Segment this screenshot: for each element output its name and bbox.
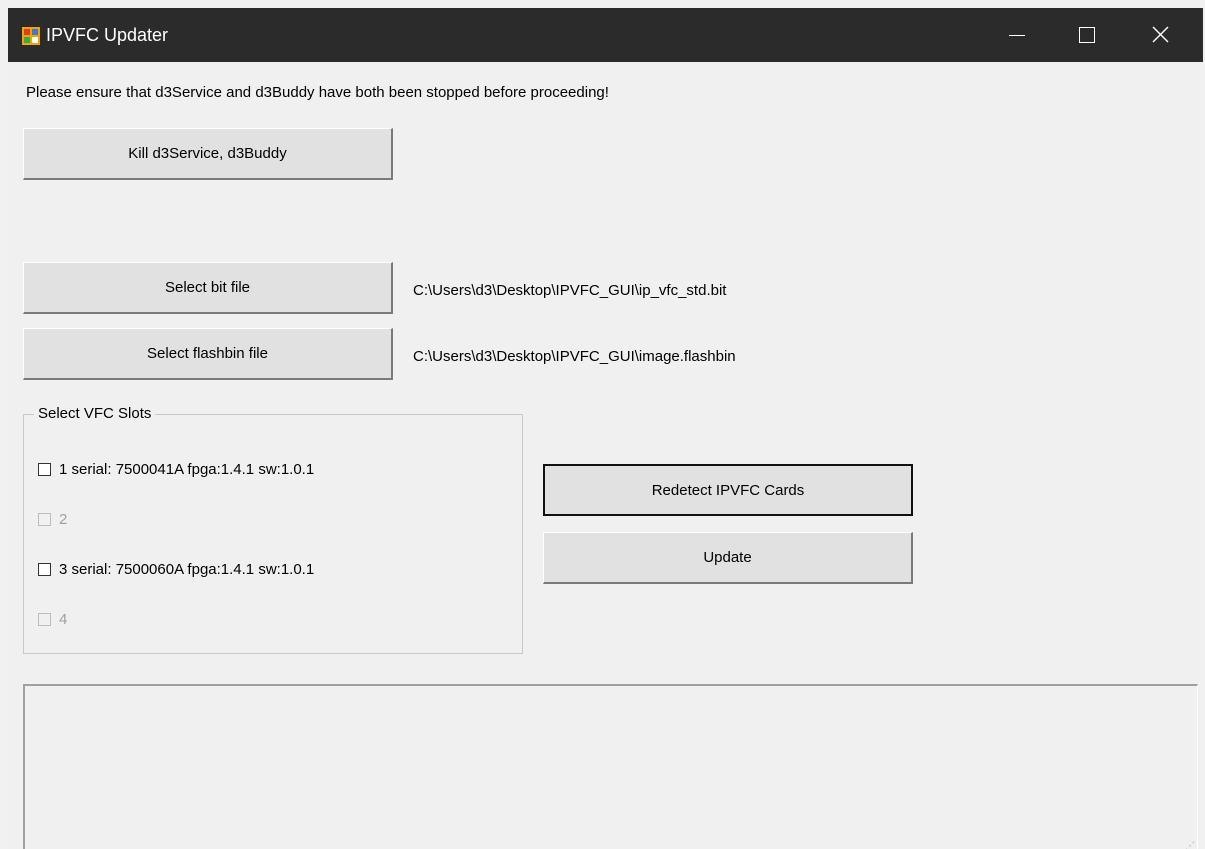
app-window: IPVFC Updater Please ensure that d3Servi… — [8, 8, 1203, 849]
close-icon — [1152, 26, 1169, 43]
minimize-button[interactable] — [988, 8, 1048, 62]
slot-3-checkbox-row[interactable]: 3 serial: 7500060A fpga:1.4.1 sw:1.0.1 — [38, 561, 314, 578]
maximize-button[interactable] — [1058, 8, 1118, 62]
slot-2-checkbox — [38, 513, 51, 526]
slot-4-label: 4 — [59, 611, 68, 628]
slot-2-checkbox-row: 2 — [38, 511, 67, 528]
kill-services-button[interactable]: Kill d3Service, d3Buddy — [23, 128, 393, 180]
groupbox-legend: Select VFC Slots — [34, 405, 156, 422]
select-flashbin-file-button[interactable]: Select flashbin file — [23, 328, 393, 380]
maximize-icon — [1079, 27, 1095, 43]
vfc-slots-groupbox: Select VFC Slots 1 serial: 7500041A fpga… — [23, 405, 523, 654]
window-title: IPVFC Updater — [46, 25, 169, 45]
slot-4-checkbox — [38, 613, 51, 626]
slot-1-checkbox-row[interactable]: 1 serial: 7500041A fpga:1.4.1 sw:1.0.1 — [38, 461, 314, 478]
update-button[interactable]: Update — [543, 532, 913, 584]
slot-1-label: 1 serial: 7500041A fpga:1.4.1 sw:1.0.1 — [59, 461, 315, 478]
client-area: Please ensure that d3Service and d3Buddy… — [8, 62, 1203, 849]
slot-4-checkbox-row: 4 — [38, 611, 67, 628]
resize-grip-icon[interactable]: ⋰ — [1185, 841, 1195, 849]
slot-2-label: 2 — [59, 511, 68, 528]
minimize-icon — [1009, 35, 1025, 36]
slot-3-label: 3 serial: 7500060A fpga:1.4.1 sw:1.0.1 — [59, 561, 315, 578]
close-button[interactable] — [1130, 8, 1190, 62]
slot-1-checkbox[interactable] — [38, 463, 51, 476]
slot-3-checkbox[interactable] — [38, 563, 51, 576]
redetect-cards-button[interactable]: Redetect IPVFC Cards — [543, 464, 913, 516]
select-bit-file-button[interactable]: Select bit file — [23, 262, 393, 314]
flashbin-file-path-label: C:\Users\d3\Desktop\IPVFC_GUI\image.flas… — [413, 348, 736, 365]
warning-label: Please ensure that d3Service and d3Buddy… — [26, 84, 609, 101]
title-bar: IPVFC Updater — [8, 8, 1203, 62]
bit-file-path-label: C:\Users\d3\Desktop\IPVFC_GUI\ip_vfc_std… — [413, 282, 727, 299]
log-output-textbox[interactable]: ⋰ — [23, 684, 1198, 849]
app-icon — [22, 27, 40, 45]
